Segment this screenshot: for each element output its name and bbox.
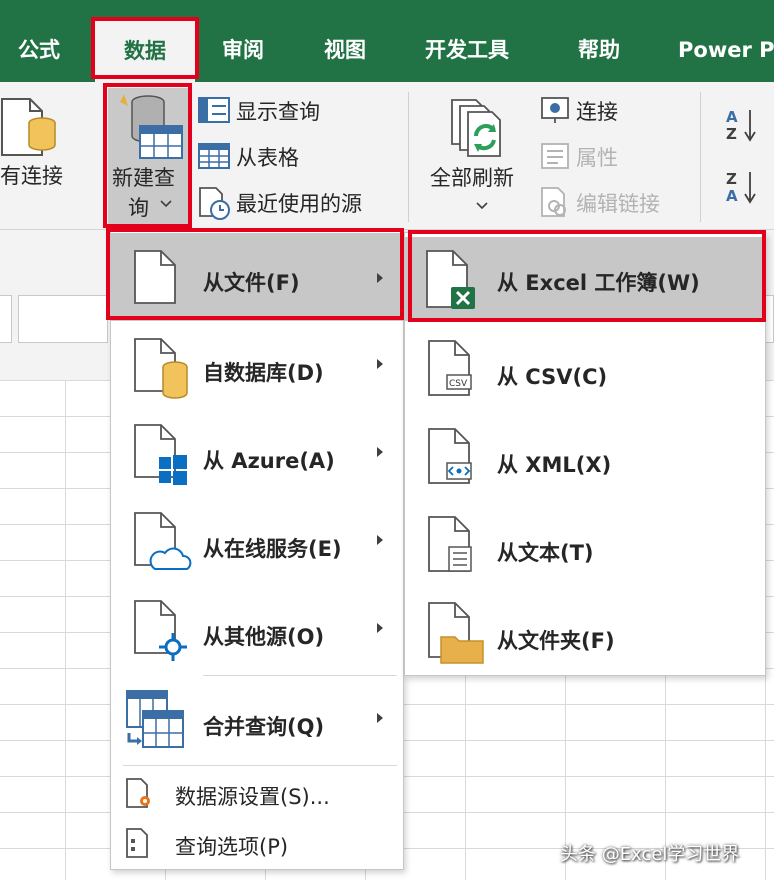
sort-ascending-button[interactable]: A Z xyxy=(726,108,766,148)
name-box[interactable] xyxy=(0,295,12,343)
submenu-arrow-icon xyxy=(377,447,383,457)
tab-data[interactable]: 数据 xyxy=(95,19,195,82)
svg-text:CSV: CSV xyxy=(449,379,468,389)
menu-item-from-folder[interactable]: 从文件夹(F) xyxy=(405,591,765,675)
tab-help[interactable]: 帮助 xyxy=(578,30,620,70)
text-file-icon xyxy=(427,515,477,575)
file-icon xyxy=(133,249,179,305)
from-other-sources-label: 从其他源(O) xyxy=(203,625,325,649)
refresh-chevron-icon xyxy=(476,202,488,210)
submenu-arrow-icon xyxy=(377,623,383,633)
menu-item-from-text[interactable]: 从文本(T) xyxy=(405,503,765,591)
table-icon xyxy=(198,142,230,170)
from-table-button[interactable]: 从表格 xyxy=(236,142,299,172)
folder-file-icon xyxy=(427,601,487,665)
menu-item-combine-queries[interactable]: 合并查询(Q) xyxy=(111,677,403,765)
existing-connections-icon xyxy=(0,95,60,159)
menu-item-from-xml[interactable]: 从 XML(X) xyxy=(405,415,765,503)
ribbon-group-divider xyxy=(408,92,409,222)
from-azure-label: 从 Azure(A) xyxy=(203,449,335,473)
csv-file-icon: CSV xyxy=(427,339,477,399)
combine-queries-label: 合并查询(Q) xyxy=(203,715,325,739)
xml-file-icon xyxy=(427,427,477,487)
properties-icon xyxy=(540,142,570,170)
edit-links-button[interactable]: 编辑链接 xyxy=(576,188,660,218)
menu-item-from-azure[interactable]: 从 Azure(A) xyxy=(111,411,403,499)
menu-separator xyxy=(203,675,397,676)
recent-sources-icon xyxy=(198,186,232,220)
menu-separator xyxy=(123,765,397,766)
chevron-down-icon xyxy=(160,200,172,208)
new-query-menu: 从文件(F) 自数据库(D) 从 Azure(A) 从在线服务(E) 从其他源(… xyxy=(110,230,404,870)
menu-item-from-excel-workbook[interactable]: 从 Excel 工作簿(W) xyxy=(405,237,765,321)
refresh-all-icon xyxy=(450,98,512,160)
down-arrow-icon xyxy=(744,110,756,142)
refresh-all-button[interactable]: 全部刷新 xyxy=(430,162,514,192)
tab-view[interactable]: 视图 xyxy=(324,30,366,70)
menu-item-from-database[interactable]: 自数据库(D) xyxy=(111,323,403,411)
formula-controls[interactable] xyxy=(18,295,108,343)
menu-item-query-options[interactable]: 查询选项(P) xyxy=(111,819,403,867)
from-xml-label: 从 XML(X) xyxy=(497,453,612,477)
connections-button[interactable]: 连接 xyxy=(576,96,618,126)
new-query-label-line2: 询 xyxy=(128,196,149,220)
tab-power-pivot[interactable]: Power P xyxy=(678,30,774,70)
from-online-services-label: 从在线服务(E) xyxy=(203,537,342,561)
show-queries-button[interactable]: 显示查询 xyxy=(236,96,320,126)
submenu-arrow-icon xyxy=(377,359,383,369)
submenu-arrow-icon xyxy=(377,273,383,283)
data-source-settings-label: 数据源设置(S)... xyxy=(175,785,330,809)
watermark: 头条 @Excel学习世界 xyxy=(560,844,740,865)
query-options-label: 查询选项(P) xyxy=(175,835,289,859)
tab-developer[interactable]: 开发工具 xyxy=(425,30,509,70)
combine-queries-icon xyxy=(125,689,187,751)
menu-item-from-other-sources[interactable]: 从其他源(O) xyxy=(111,587,403,675)
from-csv-label: 从 CSV(C) xyxy=(497,365,608,389)
from-database-label: 自数据库(D) xyxy=(203,361,324,385)
sort-desc-top-letter: Z xyxy=(726,170,737,188)
query-options-icon xyxy=(125,827,155,861)
data-source-settings-icon xyxy=(125,777,155,811)
ribbon-tab-bar: 公式 数据 审阅 视图 开发工具 帮助 Power P xyxy=(0,0,774,82)
new-query-label-line1: 新建查 xyxy=(112,166,175,190)
down-arrow-icon xyxy=(744,172,756,204)
azure-file-icon xyxy=(133,423,193,487)
cloud-file-icon xyxy=(133,511,193,575)
menu-item-from-file[interactable]: 从文件(F) xyxy=(111,233,403,321)
from-excel-workbook-label: 从 Excel 工作簿(W) xyxy=(497,271,700,295)
menu-item-from-online-services[interactable]: 从在线服务(E) xyxy=(111,499,403,587)
new-query-icon xyxy=(118,92,186,162)
menu-item-from-csv[interactable]: CSV 从 CSV(C) xyxy=(405,327,765,415)
sort-asc-bottom-letter: Z xyxy=(726,125,737,143)
ribbon-group-divider-2 xyxy=(700,92,701,222)
edit-links-icon xyxy=(540,186,570,218)
database-file-icon xyxy=(133,337,193,401)
tab-review[interactable]: 审阅 xyxy=(222,30,264,70)
existing-connections-label[interactable]: 有连接 xyxy=(0,160,63,190)
connections-icon xyxy=(540,96,570,124)
show-queries-icon xyxy=(198,96,230,124)
other-sources-icon xyxy=(133,599,193,663)
from-folder-label: 从文件夹(F) xyxy=(497,629,615,653)
sort-desc-bottom-letter: A xyxy=(726,187,738,205)
tab-formulas[interactable]: 公式 xyxy=(18,30,60,70)
from-text-label: 从文本(T) xyxy=(497,541,594,565)
sort-asc-top-letter: A xyxy=(726,108,738,126)
menu-item-data-source-settings[interactable]: 数据源设置(S)... xyxy=(111,769,403,817)
from-file-submenu: 从 Excel 工作簿(W) CSV 从 CSV(C) 从 XML(X) 从文本… xyxy=(404,232,766,676)
sort-descending-button[interactable]: Z A xyxy=(726,170,766,210)
submenu-arrow-icon xyxy=(377,535,383,545)
submenu-arrow-icon xyxy=(377,713,383,723)
recent-sources-button[interactable]: 最近使用的源 xyxy=(236,188,362,218)
properties-button[interactable]: 属性 xyxy=(576,142,618,172)
excel-file-icon xyxy=(425,249,481,311)
from-file-label: 从文件(F) xyxy=(203,271,300,295)
